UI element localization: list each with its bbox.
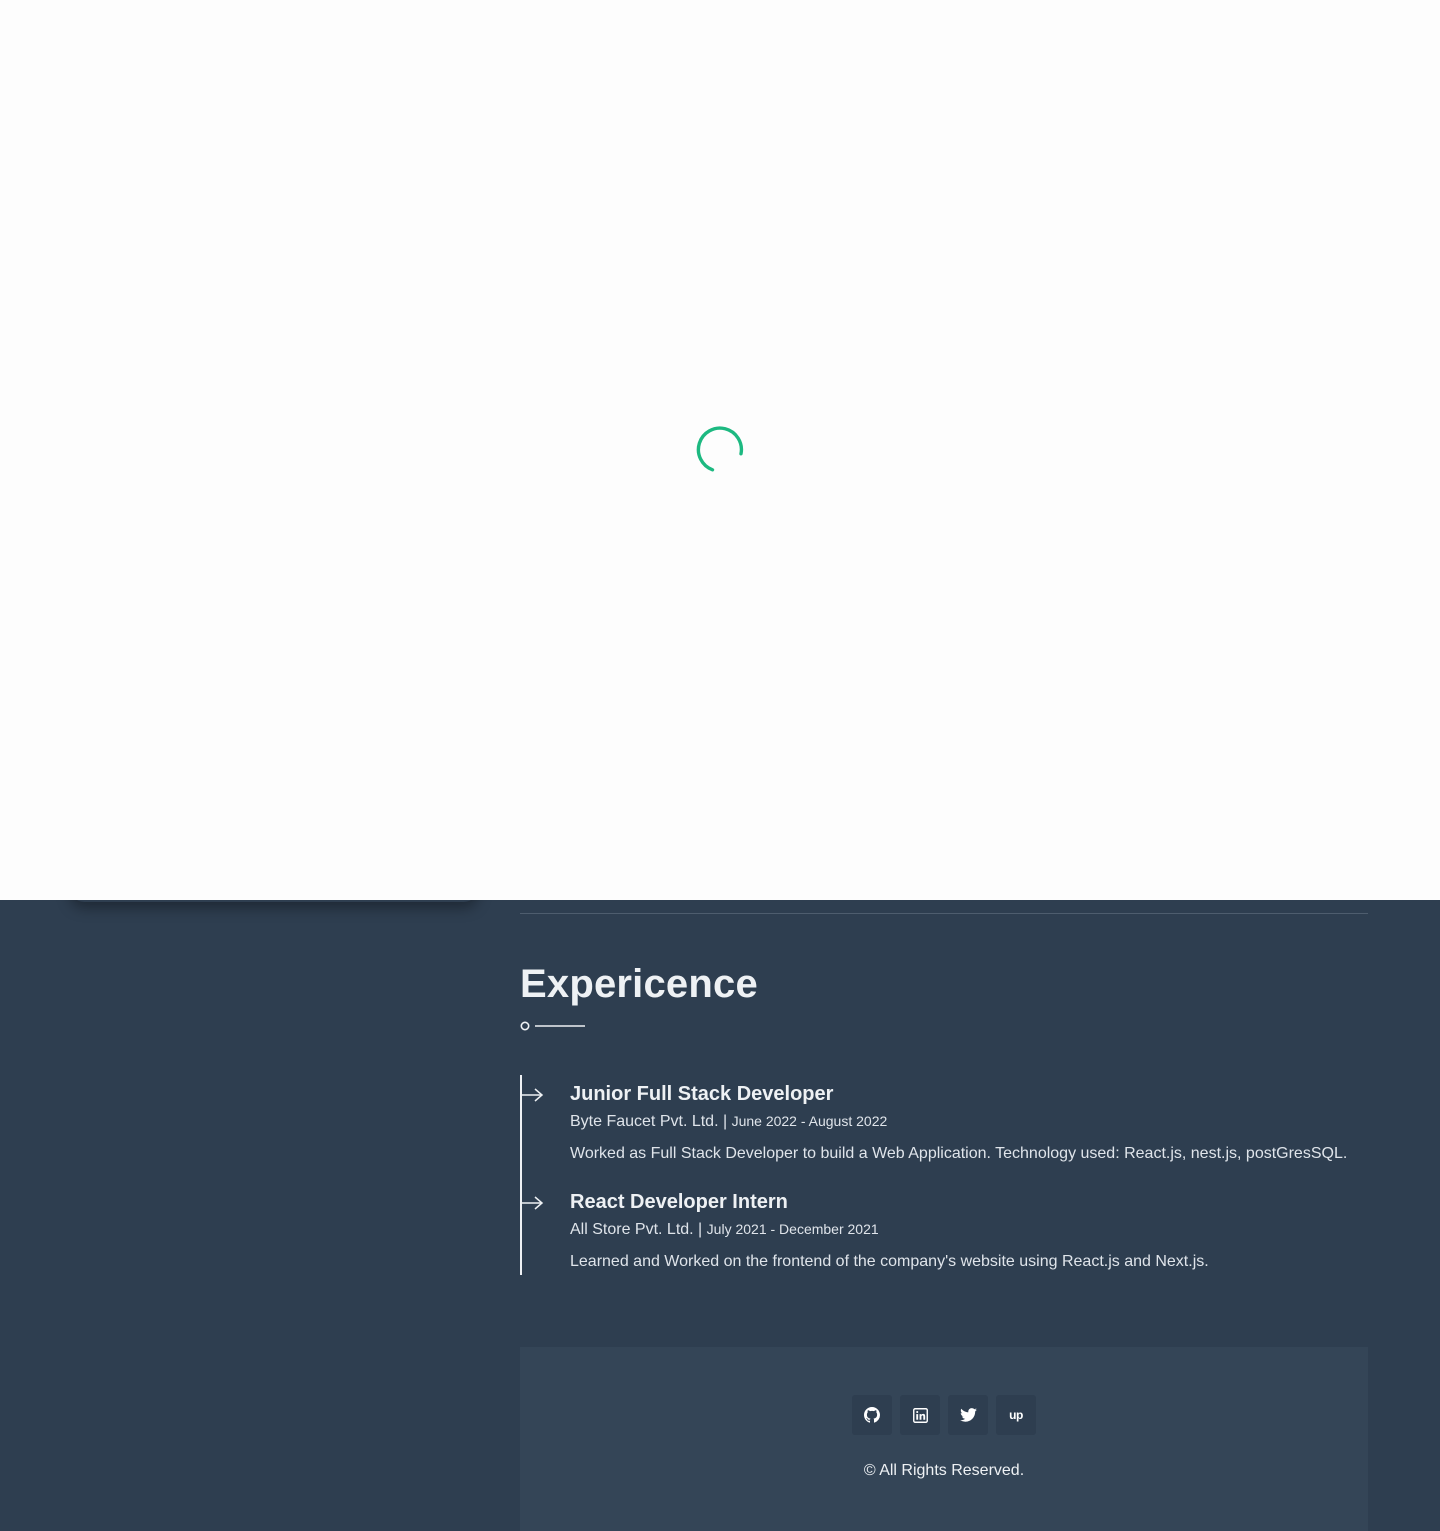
company-line: All Store Pvt. Ltd. | July 2021 - Decemb…: [570, 1221, 879, 1239]
company-line: Byte Faucet Pvt. Ltd. | June 2022 - Augu…: [570, 1113, 887, 1131]
job-title: React Developer Intern: [570, 1191, 788, 1213]
upwork-link[interactable]: up: [996, 1395, 1036, 1435]
experience-section-title: Expericence: [520, 962, 758, 1006]
company-name: Byte Faucet Pvt. Ltd. |: [570, 1113, 728, 1130]
github-icon: [864, 1407, 880, 1423]
copyright-text: © All Rights Reserved.: [863, 1462, 1025, 1479]
twitter-icon: [959, 1408, 977, 1422]
linkedin-link[interactable]: [900, 1395, 940, 1435]
loading-overlay: [0, 0, 1440, 900]
arrow-right-icon: [520, 1088, 544, 1102]
job-dates: June 2022 - August 2022: [731, 1113, 888, 1129]
company-name: All Store Pvt. Ltd. |: [570, 1221, 703, 1238]
job-description: Worked as Full Stack Developer to build …: [570, 1145, 1348, 1162]
job-description: Learned and Worked on the frontend of th…: [570, 1253, 1209, 1270]
loading-spinner-icon: [696, 426, 744, 472]
github-link[interactable]: [852, 1395, 892, 1435]
page-footer: up © All Rights Reserved.: [520, 1347, 1368, 1531]
job-dates: July 2021 - December 2021: [706, 1221, 879, 1237]
title-underline-decoration: [520, 1021, 585, 1031]
twitter-link[interactable]: [948, 1395, 988, 1435]
upwork-icon: up: [1009, 1408, 1023, 1422]
arrow-right-icon: [520, 1196, 544, 1210]
section-divider: [520, 913, 1368, 914]
linkedin-icon: [912, 1407, 928, 1423]
experience-timeline: Junior Full Stack Developer Byte Faucet …: [520, 1075, 1368, 1275]
job-title: Junior Full Stack Developer: [570, 1083, 834, 1105]
